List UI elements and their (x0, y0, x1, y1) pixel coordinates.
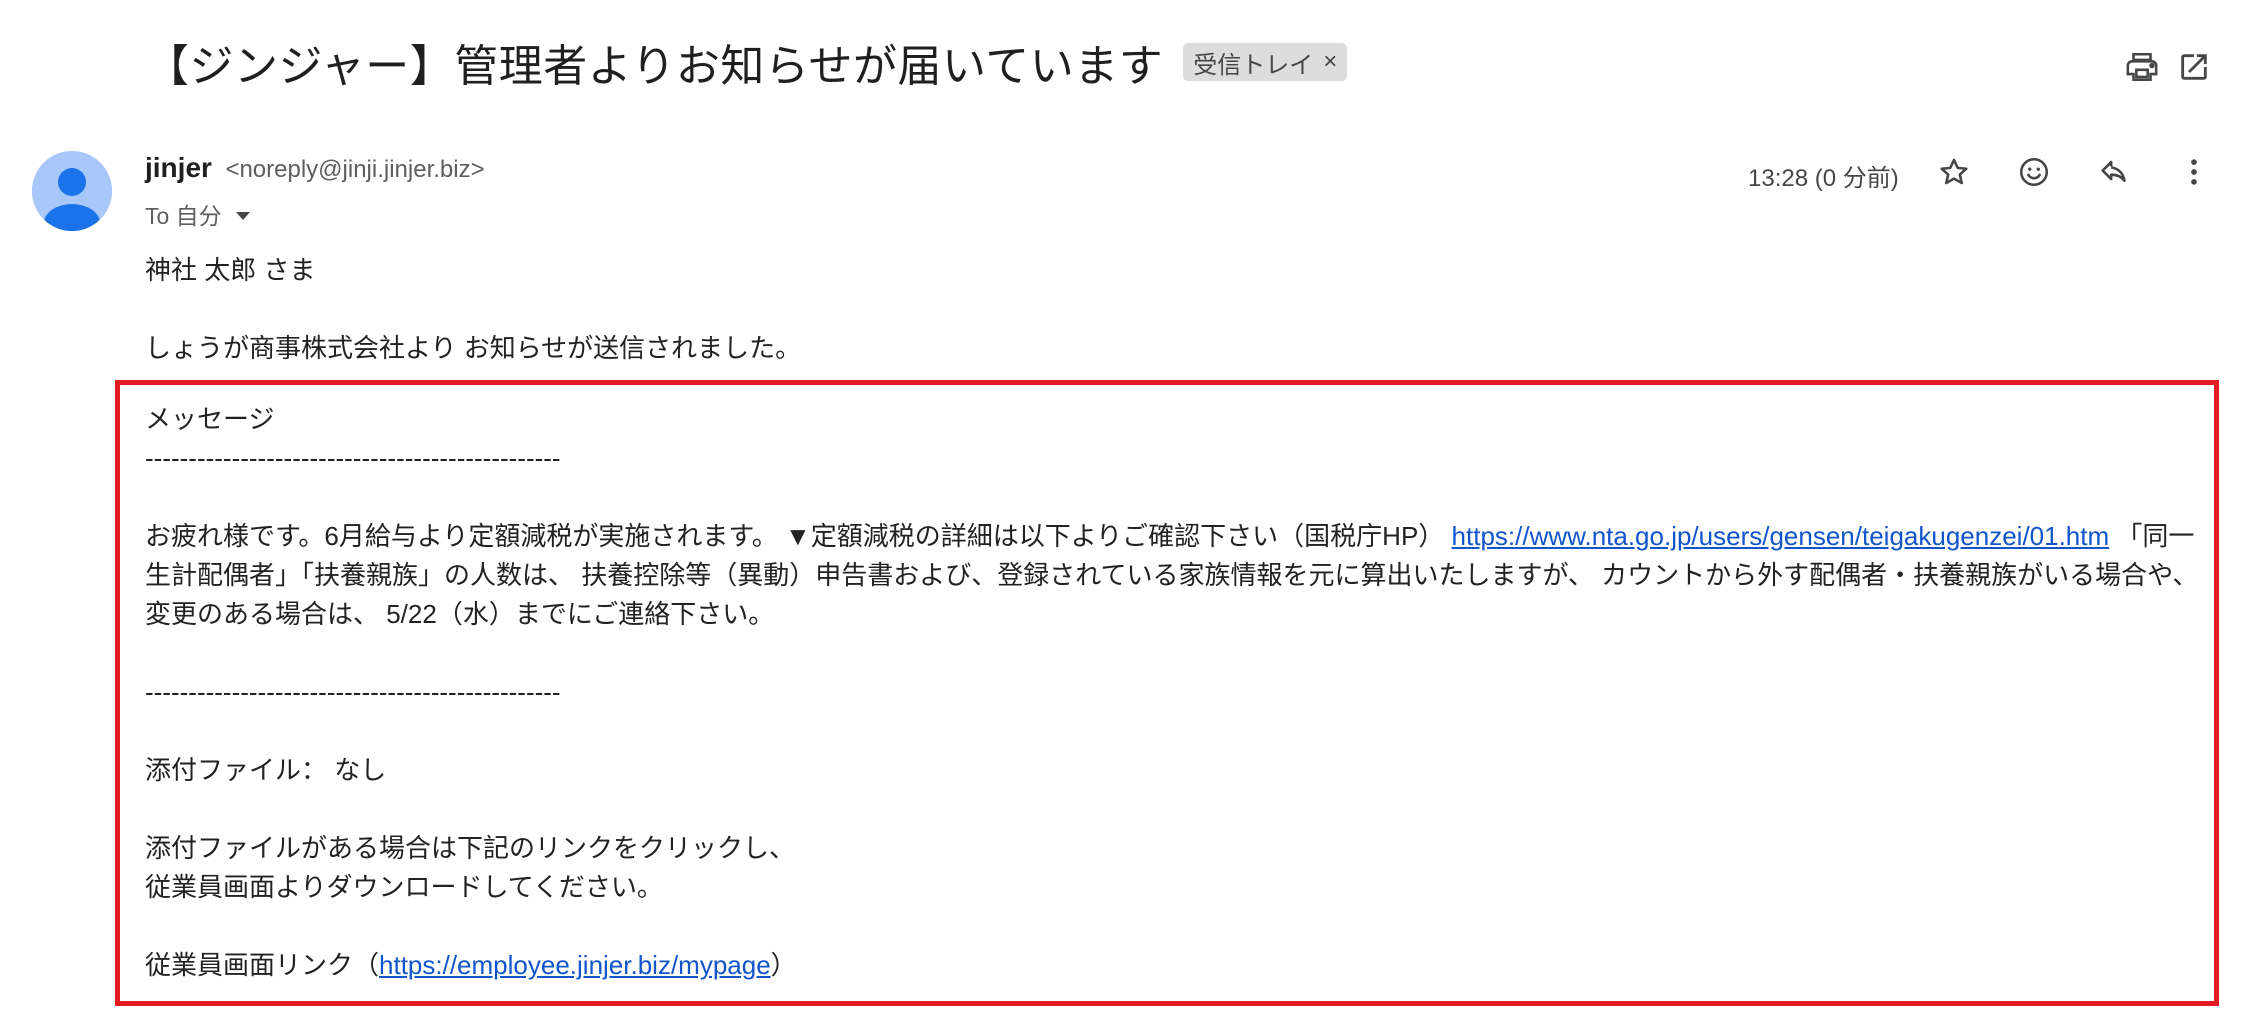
divider-top: ----------------------------------------… (145, 443, 561, 473)
subject-row: 【ジンジャー】管理者よりお知らせが届いています 受信トレイ × (145, 30, 1348, 94)
attachment-note-1: 添付ファイルがある場合は下記のリンクをクリックし、 (145, 833, 796, 863)
email-view: 【ジンジャー】管理者よりお知らせが届いています 受信トレイ × jinjer <… (0, 0, 2246, 1023)
attachment-note-2: 従業員画面よりダウンロードしてください。 (145, 872, 663, 902)
reply-button[interactable] (2090, 148, 2138, 196)
star-button[interactable] (1930, 148, 1978, 196)
sender-email: <noreply@jinji.jinjer.biz> (225, 156, 485, 183)
sender-avatar[interactable] (32, 151, 112, 231)
emoji-reaction-icon (2019, 157, 2049, 187)
remove-label-button[interactable]: × (1323, 48, 1337, 76)
inbox-label-chip[interactable]: 受信トレイ × (1183, 43, 1348, 81)
nta-link[interactable]: https://www.nta.go.jp/users/gensen/teiga… (1452, 521, 2110, 551)
reply-icon (2101, 160, 2126, 183)
recipient-label: To 自分 (145, 203, 222, 229)
message-text-1: お疲れ様です。6月給与より定額減税が実施されます。 ▼定額減税の詳細は以下よりご… (145, 521, 1452, 551)
divider-bottom: ----------------------------------------… (145, 677, 561, 707)
email-timestamp: 13:28 (0 分前) (1748, 165, 1899, 192)
open-in-new-window-button[interactable] (2170, 43, 2218, 91)
sender-name[interactable]: jinjer (145, 152, 212, 183)
employee-link-suffix: ） (770, 950, 797, 980)
recipient-details-toggle[interactable]: To 自分 (145, 197, 250, 231)
employee-link-prefix: 従業員画面リンク（ (145, 950, 380, 980)
email-subject: 【ジンジャー】管理者よりお知らせが届いています (145, 42, 1164, 91)
sender-line: jinjer <noreply@jinji.jinjer.biz> (145, 152, 485, 184)
employee-mypage-link[interactable]: https://employee.jinjer.biz/mypage (379, 950, 771, 980)
default-avatar-icon (32, 151, 112, 231)
chevron-down-icon (235, 211, 250, 220)
greeting-text: 神社 太郎 さま (145, 255, 316, 285)
intro-text: しょうが商事株式会社より お知らせが送信されました。 (145, 333, 802, 363)
print-icon (2126, 52, 2158, 82)
inbox-label-text: 受信トレイ (1193, 51, 1314, 79)
employee-link-line: 従業員画面リンク（https://employee.jinjer.biz/myp… (145, 946, 2205, 985)
more-options-button[interactable] (2170, 148, 2218, 196)
star-icon (1940, 158, 1968, 185)
open-in-new-window-icon (2181, 54, 2207, 80)
print-button[interactable] (2118, 43, 2166, 91)
message-block: メッセージ ----------------------------------… (145, 400, 2205, 985)
message-heading: メッセージ (145, 404, 275, 434)
add-reaction-button[interactable] (2010, 148, 2058, 196)
more-vert-icon (2191, 159, 2197, 185)
message-paragraph: お疲れ様です。6月給与より定額減税が実施されます。 ▼定額減税の詳細は以下よりご… (145, 517, 2205, 634)
attachment-line: 添付ファイル： なし (145, 755, 387, 785)
